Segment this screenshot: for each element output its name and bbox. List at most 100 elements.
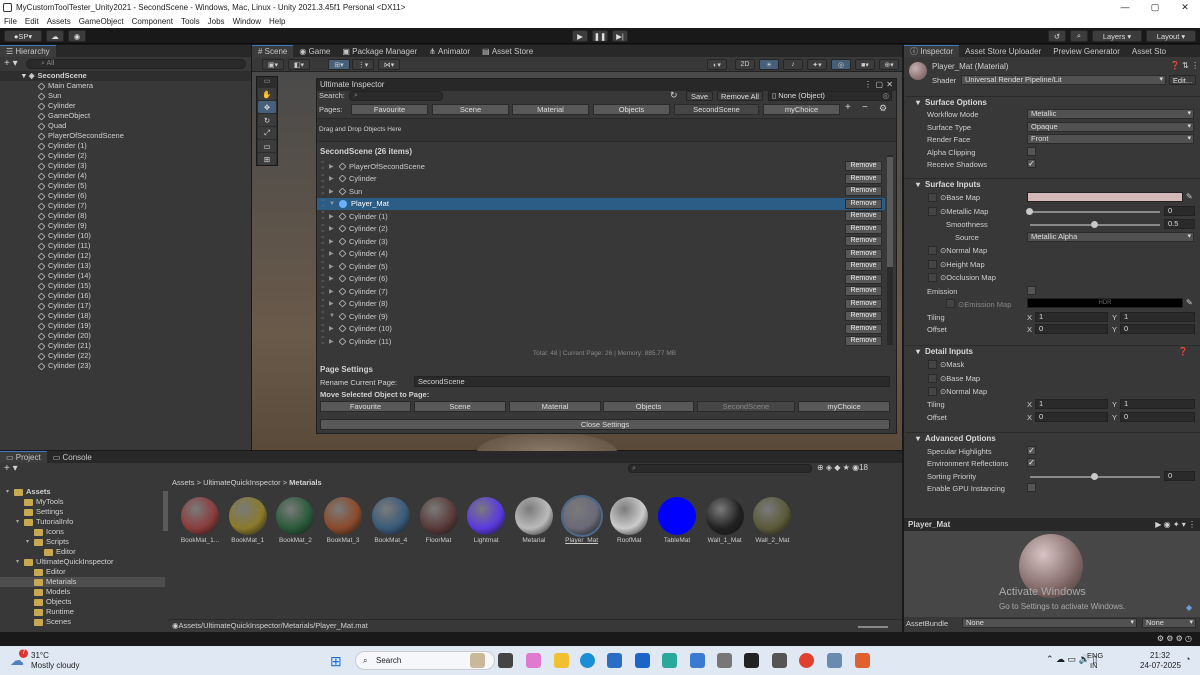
receive-shadows-checkbox[interactable]: ✓	[1027, 159, 1036, 168]
alpha-clipping-checkbox[interactable]	[1027, 147, 1036, 156]
hierarchy-item[interactable]: Cylinder (3)	[0, 161, 251, 171]
project-folder[interactable]: Editor	[0, 547, 165, 557]
hierarchy-item[interactable]: Cylinder (10)	[0, 231, 251, 241]
drag-handle-icon[interactable]: = =	[321, 298, 329, 310]
hierarchy-search-input[interactable]: ⌕ All	[26, 59, 246, 69]
ultimate-list-item[interactable]: = = ▶ PlayerOfSecondScene Remove	[317, 160, 885, 173]
grid-snap-icon[interactable]: ⊞▾	[328, 59, 350, 70]
drag-handle-icon[interactable]: = =	[321, 210, 329, 222]
move-to-scene-button[interactable]: Scene	[414, 401, 506, 412]
hierarchy-item[interactable]: Cylinder (22)	[0, 351, 251, 361]
sorting-slider-knob[interactable]	[1091, 473, 1098, 480]
detail-inputs-section[interactable]: ▾ Detail Inputs ❓	[905, 345, 1200, 357]
add-page-icon[interactable]: +	[845, 102, 851, 113]
remove-button[interactable]: Remove	[845, 323, 882, 334]
start-icon[interactable]: ⊞	[330, 653, 342, 670]
ultimate-list-item[interactable]: = = ▶ Sun Remove	[317, 185, 885, 198]
save-button[interactable]: Save	[686, 91, 713, 101]
breadcrumb-assets[interactable]: Assets	[172, 478, 195, 487]
expand-arrow-icon[interactable]: ▶	[329, 275, 339, 282]
weather-temp[interactable]: 31°C	[31, 651, 49, 660]
ultimate-list-item[interactable]: = = ▼ Player_Mat Remove	[317, 197, 885, 210]
outlook-icon[interactable]	[635, 653, 650, 668]
metallic-slider[interactable]	[1030, 211, 1160, 213]
shading-icon[interactable]: ◧▾	[288, 59, 310, 70]
emission-checkbox[interactable]	[1027, 286, 1036, 295]
material-asset-thumbnail[interactable]	[419, 497, 458, 535]
hierarchy-item[interactable]: Cylinder (12)	[0, 251, 251, 261]
remove-button[interactable]: Remove	[845, 286, 882, 296]
global-icon[interactable]: ◐▾	[707, 59, 727, 70]
hand-tool-icon[interactable]: ✋	[258, 88, 276, 100]
emission-color[interactable]: HDR	[1027, 298, 1183, 308]
app-icon-teal[interactable]	[662, 653, 677, 668]
material-asset-label[interactable]: RoofMat	[605, 537, 653, 544]
taskbar-app-icon-1[interactable]	[470, 653, 485, 668]
menu-window[interactable]: Window	[233, 17, 261, 26]
drag-handle-icon[interactable]: = =	[321, 273, 329, 285]
list-scrollbar[interactable]	[887, 155, 893, 345]
hierarchy-item[interactable]: GameObject	[0, 111, 251, 121]
metallic-map-slot[interactable]	[928, 207, 937, 216]
remove-button[interactable]: Remove	[845, 273, 882, 284]
expand-arrow-icon[interactable]: ▶	[329, 225, 339, 232]
drag-handle-icon[interactable]: = =	[321, 160, 329, 172]
page-tab-scene[interactable]: Scene	[432, 104, 509, 115]
drop-area[interactable]: Drag and Drop Objects Here	[317, 118, 896, 142]
remove-button[interactable]: Remove	[845, 173, 882, 184]
detail-offset-x-input[interactable]: 0	[1035, 412, 1108, 422]
hierarchy-item[interactable]: Cylinder (21)	[0, 341, 251, 351]
rotate-tool-icon[interactable]: ↻	[258, 114, 276, 126]
visibility-icon[interactable]: ◎	[831, 59, 851, 70]
layers-dropdown[interactable]: Layers ▾	[1092, 30, 1142, 42]
hierarchy-item[interactable]: Cylinder (17)	[0, 301, 251, 311]
remove-button[interactable]: Remove	[845, 223, 882, 234]
drag-handle-icon[interactable]: = =	[321, 335, 329, 347]
advanced-options-section[interactable]: ▾ Advanced Options	[905, 432, 1200, 444]
project-folder[interactable]: ▾ Assets	[0, 487, 165, 497]
offset-x-input[interactable]: 0	[1035, 324, 1108, 334]
expand-arrow-icon[interactable]: ▶	[329, 175, 339, 182]
hierarchy-item[interactable]: Main Camera	[0, 81, 251, 91]
audio-icon[interactable]: ♪	[783, 59, 803, 70]
edit-shader-button[interactable]: Edit...	[1169, 75, 1196, 85]
specular-checkbox[interactable]: ✓	[1027, 446, 1036, 455]
expand-arrow-icon[interactable]: ▶	[329, 300, 339, 307]
ultimate-list-item[interactable]: = = ▶ Cylinder (10) Remove	[317, 323, 885, 336]
hierarchy-scene-row[interactable]: ▾ ◈ SecondScene	[0, 71, 251, 81]
search-icon[interactable]: ⌕	[1070, 30, 1088, 42]
page-tab-mychoice[interactable]: myChoice	[763, 104, 840, 115]
project-folder[interactable]: Scenes	[0, 617, 165, 627]
edge-icon[interactable]	[580, 653, 595, 668]
material-preview[interactable]: Activate Windows Go to Settings to activ…	[904, 531, 1200, 617]
close-icon[interactable]: ✕	[886, 79, 893, 91]
hierarchy-item[interactable]: Cylinder (19)	[0, 321, 251, 331]
page-tab-secondscene[interactable]: SecondScene	[674, 104, 759, 115]
source-dropdown[interactable]: Metallic Alpha	[1027, 232, 1194, 242]
tab-animator[interactable]: ⋔ Animator	[423, 45, 476, 57]
project-folder[interactable]: Objects	[0, 597, 165, 607]
clock-time[interactable]: 21:32	[1150, 651, 1170, 660]
surface-inputs-section[interactable]: ▾ Surface Inputs	[905, 178, 1200, 190]
env-reflections-checkbox[interactable]: ✓	[1027, 458, 1036, 467]
project-folder[interactable]: MyTools	[0, 497, 165, 507]
move-to-favourite-button[interactable]: Favourite	[320, 401, 411, 412]
sorting-value[interactable]: 0	[1164, 471, 1195, 481]
hierarchy-item[interactable]: Cylinder (2)	[0, 151, 251, 161]
hierarchy-item[interactable]: Cylinder (14)	[0, 271, 251, 281]
material-asset-thumbnail[interactable]	[560, 495, 603, 537]
drag-handle-icon[interactable]: = =	[321, 185, 329, 197]
close-window-button[interactable]: ✕	[1170, 0, 1200, 15]
copilot-icon[interactable]	[526, 653, 541, 668]
move-to-material-button[interactable]: Material	[509, 401, 601, 412]
rename-input[interactable]: SecondScene	[414, 376, 890, 387]
weather-desc[interactable]: Mostly cloudy	[31, 661, 79, 670]
lighting-icon[interactable]: ☀	[759, 59, 779, 70]
menu-jobs[interactable]: Jobs	[208, 17, 225, 26]
cloud-icon[interactable]: ☁	[46, 30, 64, 42]
drag-handle-icon[interactable]: = =	[321, 248, 329, 260]
tab-package-manager[interactable]: ▣ Package Manager	[336, 45, 423, 57]
base-map-color[interactable]	[1027, 192, 1183, 202]
hierarchy-item[interactable]: Quad	[0, 121, 251, 131]
expand-arrow-icon[interactable]: ▶	[329, 250, 339, 257]
